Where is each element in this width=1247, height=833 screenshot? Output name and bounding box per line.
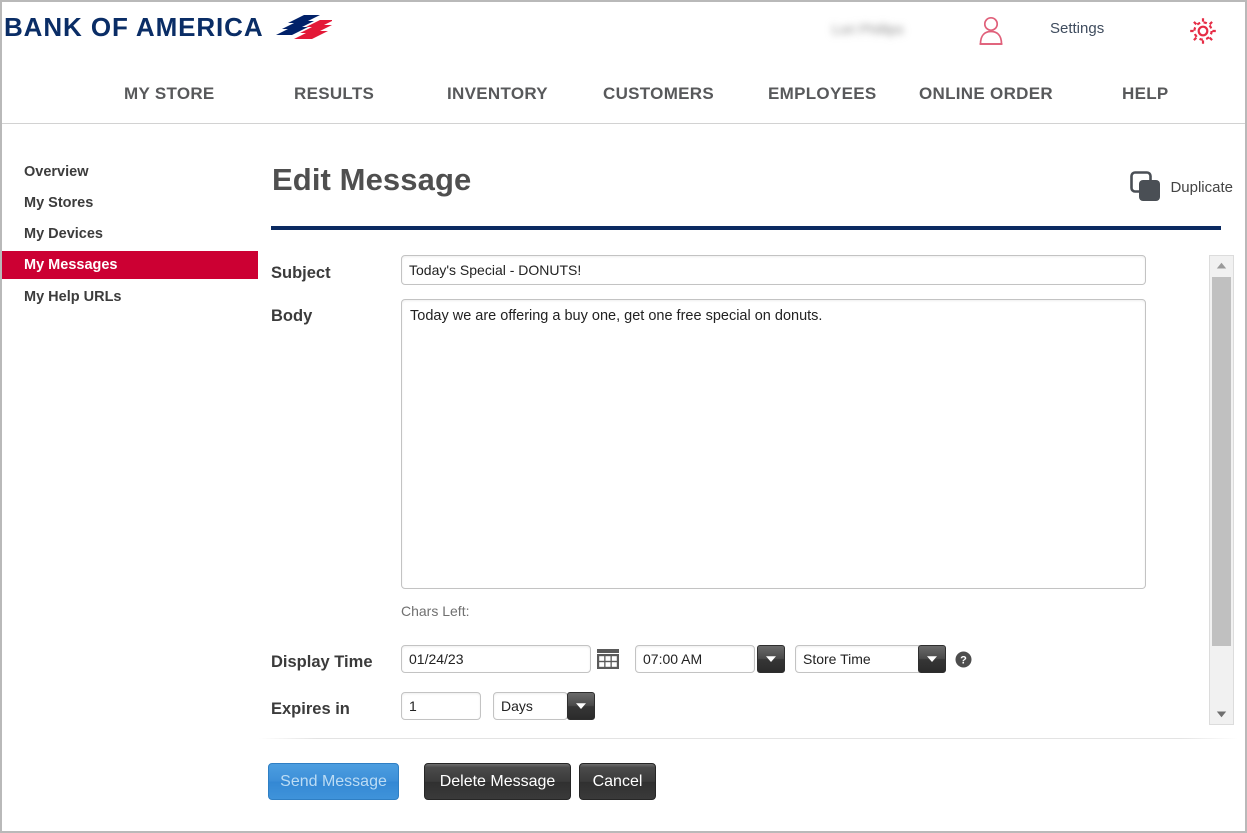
main-navigation: MY STORE RESULTS INVENTORY CUSTOMERS EMP… — [2, 58, 1245, 124]
timezone-input[interactable] — [795, 645, 922, 673]
scroll-up-button[interactable] — [1210, 256, 1233, 275]
nav-item-customers[interactable]: CUSTOMERS — [603, 84, 714, 104]
message-form: Subject Body Chars Left: Display Time — [258, 255, 1210, 833]
scroll-thumb[interactable] — [1212, 277, 1231, 646]
chevron-down-icon — [766, 656, 776, 662]
gear-icon[interactable] — [1188, 16, 1218, 46]
sidebar: Overview My Stores My Devices My Message… — [2, 125, 258, 831]
nav-item-inventory[interactable]: INVENTORY — [447, 84, 548, 104]
send-message-button[interactable]: Send Message — [268, 763, 399, 800]
title-underline — [271, 226, 1221, 230]
sidebar-item-my-messages[interactable]: My Messages — [2, 251, 258, 279]
timezone-dropdown-button[interactable] — [918, 645, 946, 673]
page-title: Edit Message — [272, 162, 472, 197]
expires-unit-input[interactable] — [493, 692, 568, 720]
app-window: BANK OF AMERICA Lori Phillips Settings M… — [0, 0, 1247, 833]
svg-text:?: ? — [960, 654, 967, 666]
duplicate-button[interactable]: Duplicate — [1129, 170, 1233, 204]
vertical-scrollbar[interactable] — [1209, 255, 1234, 725]
nav-item-online-order[interactable]: ONLINE ORDER — [919, 84, 1053, 104]
person-icon[interactable] — [974, 14, 1008, 48]
sidebar-item-label: Overview — [24, 164, 89, 180]
caret-down-icon — [1216, 711, 1227, 718]
subject-input[interactable] — [401, 255, 1146, 285]
chevron-down-icon — [927, 656, 937, 662]
duplicate-label: Duplicate — [1170, 178, 1233, 196]
main-content: Edit Message Duplicate Subject Body Char… — [258, 125, 1245, 831]
sidebar-item-my-devices[interactable]: My Devices — [2, 220, 258, 248]
body-textarea[interactable] — [401, 299, 1146, 589]
chars-left-label: Chars Left: — [401, 603, 470, 619]
sidebar-item-label: My Stores — [24, 195, 94, 211]
form-actions: Send Message Delete Message Cancel — [258, 763, 1238, 803]
expires-in-label: Expires in — [271, 700, 350, 718]
expires-amount-input[interactable] — [401, 692, 481, 720]
sidebar-item-my-stores[interactable]: My Stores — [2, 189, 258, 217]
footer-divider — [258, 738, 1238, 739]
logo-wordmark: BANK OF AMERICA — [4, 12, 264, 42]
help-icon[interactable]: ? — [955, 651, 972, 668]
sidebar-item-label: My Help URLs — [24, 289, 122, 305]
delete-message-button[interactable]: Delete Message — [424, 763, 571, 800]
expires-unit-dropdown-button[interactable] — [567, 692, 595, 720]
display-date-input[interactable] — [401, 645, 591, 673]
form-scroll-region: Subject Body Chars Left: Display Time — [258, 255, 1245, 833]
page-header: BANK OF AMERICA Lori Phillips Settings — [2, 2, 1245, 58]
sidebar-item-overview[interactable]: Overview — [2, 158, 258, 186]
scroll-down-button[interactable] — [1210, 705, 1233, 724]
bank-of-america-logo[interactable]: BANK OF AMERICA — [4, 12, 332, 43]
chevron-down-icon — [576, 703, 586, 709]
caret-up-icon — [1216, 262, 1227, 269]
nav-item-results[interactable]: RESULTS — [294, 84, 374, 104]
sidebar-item-label: My Messages — [24, 257, 118, 273]
display-time-input[interactable] — [635, 645, 755, 673]
bank-of-america-flag-logo — [275, 14, 332, 39]
nav-item-employees[interactable]: EMPLOYEES — [768, 84, 877, 104]
sidebar-item-label: My Devices — [24, 226, 103, 242]
body-label: Body — [271, 307, 313, 325]
copy-icon — [1130, 171, 1161, 201]
settings-link[interactable]: Settings — [1050, 20, 1104, 37]
sidebar-item-my-help-urls[interactable]: My Help URLs — [2, 283, 258, 311]
nav-item-help[interactable]: HELP — [1122, 84, 1169, 104]
display-time-label: Display Time — [271, 653, 373, 671]
nav-item-my-store[interactable]: MY STORE — [124, 84, 215, 104]
cancel-button[interactable]: Cancel — [579, 763, 656, 800]
calendar-icon[interactable] — [596, 647, 620, 671]
user-name-redacted: Lori Phillips — [832, 21, 904, 37]
subject-label: Subject — [271, 264, 331, 282]
time-dropdown-button[interactable] — [757, 645, 785, 673]
